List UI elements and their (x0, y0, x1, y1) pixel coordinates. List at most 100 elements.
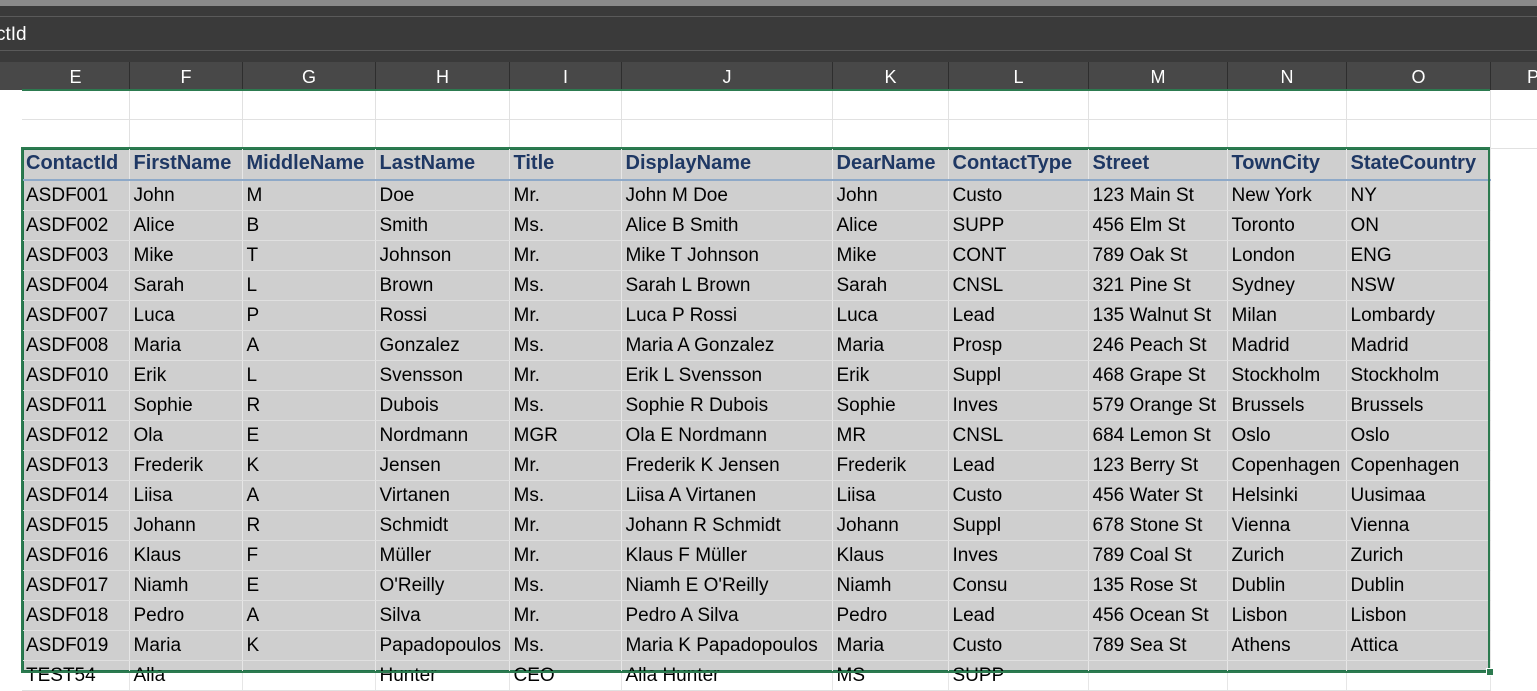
table-cell[interactable]: Luca (832, 300, 949, 331)
table-cell[interactable]: 579 Orange St (1088, 390, 1228, 421)
table-cell[interactable]: Athens (1227, 630, 1347, 661)
table-cell[interactable]: Johann (129, 510, 243, 541)
table-cell[interactable]: K (242, 450, 376, 481)
table-cell[interactable] (1346, 660, 1491, 691)
table-cell[interactable]: Liisa A Virtanen (621, 480, 833, 511)
table-cell[interactable]: Consu (948, 570, 1089, 601)
table-cell[interactable]: Niamh (832, 570, 949, 601)
table-cell[interactable]: E (242, 420, 376, 451)
header-displayname[interactable]: DisplayName (621, 148, 833, 181)
contacts-table[interactable]: ContactId FirstName MiddleName LastName … (22, 148, 1491, 691)
table-cell[interactable]: 246 Peach St (1088, 330, 1228, 361)
table-cell[interactable]: CNSL (948, 270, 1089, 301)
table-cell[interactable]: ASDF017 (22, 570, 130, 601)
column-header-o[interactable]: O (1347, 62, 1491, 90)
table-cell[interactable]: Copenhagen (1227, 450, 1347, 481)
table-cell[interactable]: NY (1346, 180, 1491, 211)
table-cell[interactable]: Ms. (509, 270, 622, 301)
table-cell[interactable]: Mr. (509, 240, 622, 271)
header-title[interactable]: Title (509, 148, 622, 181)
table-cell[interactable]: Helsinki (1227, 480, 1347, 511)
table-cell[interactable]: SUPP (948, 660, 1089, 691)
table-cell[interactable]: Madrid (1227, 330, 1347, 361)
column-header-k[interactable]: K (833, 62, 949, 90)
table-cell[interactable]: Sydney (1227, 270, 1347, 301)
header-towncity[interactable]: TownCity (1227, 148, 1347, 181)
table-cell[interactable]: Alla Hunter (621, 660, 833, 691)
table-cell[interactable]: 123 Main St (1088, 180, 1228, 211)
table-cell[interactable]: Mr. (509, 450, 622, 481)
table-cell[interactable]: Attica (1346, 630, 1491, 661)
table-cell[interactable]: Sarah (832, 270, 949, 301)
table-cell[interactable]: TEST54 (22, 660, 130, 691)
table-cell[interactable]: Liisa (129, 480, 243, 511)
table-cell[interactable]: 123 Berry St (1088, 450, 1228, 481)
formula-bar-content[interactable]: ctId (0, 24, 27, 46)
table-cell[interactable]: 678 Stone St (1088, 510, 1228, 541)
table-cell[interactable]: 135 Rose St (1088, 570, 1228, 601)
table-cell[interactable]: ASDF003 (22, 240, 130, 271)
table-cell[interactable]: CNSL (948, 420, 1089, 451)
table-cell[interactable]: Schmidt (375, 510, 510, 541)
fill-handle[interactable] (1486, 668, 1494, 676)
table-cell[interactable]: Ms. (509, 570, 622, 601)
table-cell[interactable]: Maria (129, 630, 243, 661)
select-all-corner[interactable] (0, 62, 22, 90)
table-cell[interactable]: Vienna (1227, 510, 1347, 541)
table-cell[interactable]: London (1227, 240, 1347, 271)
table-cell[interactable]: MR (832, 420, 949, 451)
table-cell[interactable]: Mike (129, 240, 243, 271)
table-cell[interactable]: Copenhagen (1346, 450, 1491, 481)
table-cell[interactable]: Silva (375, 600, 510, 631)
column-header-g[interactable]: G (243, 62, 376, 90)
table-cell[interactable]: Suppl (948, 510, 1089, 541)
column-header-f[interactable]: F (130, 62, 243, 90)
table-cell[interactable]: ASDF015 (22, 510, 130, 541)
table-cell[interactable]: Papadopoulos (375, 630, 510, 661)
table-cell[interactable]: Suppl (948, 360, 1089, 391)
table-cell[interactable]: Doe (375, 180, 510, 211)
column-header-m[interactable]: M (1089, 62, 1228, 90)
table-cell[interactable]: CONT (948, 240, 1089, 271)
table-cell[interactable]: Mike (832, 240, 949, 271)
table-cell[interactable]: Maria (832, 330, 949, 361)
table-cell[interactable]: Erik (832, 360, 949, 391)
header-dearname[interactable]: DearName (832, 148, 949, 181)
header-street[interactable]: Street (1088, 148, 1228, 181)
table-cell[interactable]: Prosp (948, 330, 1089, 361)
table-cell[interactable]: Mr. (509, 360, 622, 391)
table-cell[interactable]: SUPP (948, 210, 1089, 241)
table-cell[interactable]: Svensson (375, 360, 510, 391)
table-cell[interactable]: 135 Walnut St (1088, 300, 1228, 331)
table-cell[interactable]: Dublin (1346, 570, 1491, 601)
table-cell[interactable]: Ms. (509, 210, 622, 241)
table-cell[interactable]: Ms. (509, 390, 622, 421)
table-cell[interactable]: L (242, 270, 376, 301)
table-cell[interactable]: Pedro A Silva (621, 600, 833, 631)
table-cell[interactable]: Mr. (509, 180, 622, 211)
column-header-i[interactable]: I (510, 62, 622, 90)
table-cell[interactable]: ASDF018 (22, 600, 130, 631)
table-cell[interactable]: CEO (509, 660, 622, 691)
table-cell[interactable]: Toronto (1227, 210, 1347, 241)
table-cell[interactable]: Lisbon (1227, 600, 1347, 631)
table-cell[interactable]: Zurich (1227, 540, 1347, 571)
table-cell[interactable]: 789 Sea St (1088, 630, 1228, 661)
table-cell[interactable]: Brussels (1346, 390, 1491, 421)
table-cell[interactable]: NSW (1346, 270, 1491, 301)
table-cell[interactable]: Custo (948, 180, 1089, 211)
table-cell[interactable] (242, 660, 376, 691)
table-cell[interactable]: 789 Coal St (1088, 540, 1228, 571)
table-cell[interactable]: 684 Lemon St (1088, 420, 1228, 451)
column-header-p[interactable]: P (1491, 62, 1537, 90)
table-cell[interactable]: Sophie (129, 390, 243, 421)
table-cell[interactable]: Brussels (1227, 390, 1347, 421)
formula-bar[interactable]: ctId (0, 6, 1537, 62)
table-cell[interactable]: Inves (948, 540, 1089, 571)
table-cell[interactable]: Luca (129, 300, 243, 331)
table-cell[interactable]: O'Reilly (375, 570, 510, 601)
table-cell[interactable]: Luca P Rossi (621, 300, 833, 331)
table-cell[interactable]: Johann (832, 510, 949, 541)
table-cell[interactable]: ASDF011 (22, 390, 130, 421)
table-cell[interactable]: Alice (832, 210, 949, 241)
